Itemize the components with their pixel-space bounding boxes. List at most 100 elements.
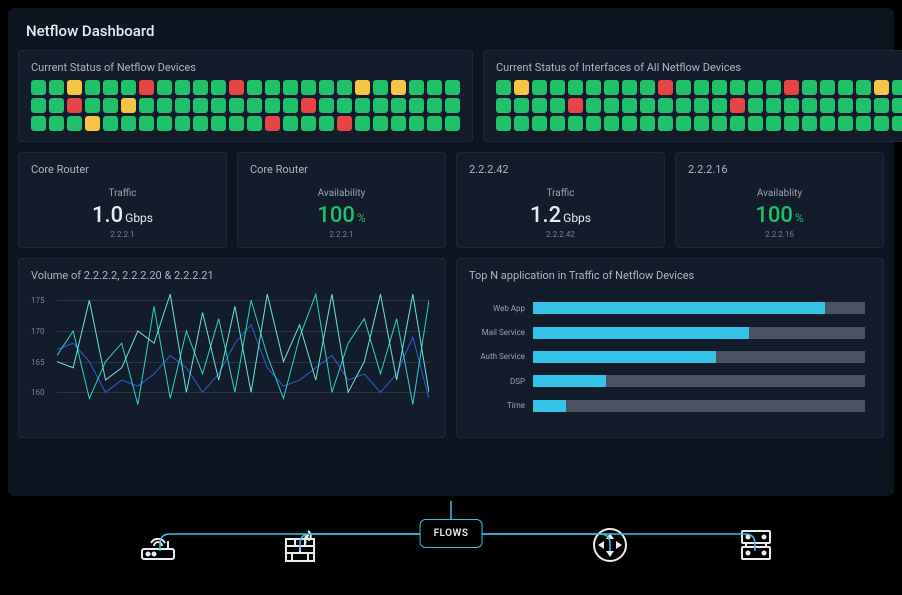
status-cell[interactable] (892, 80, 902, 95)
status-cell[interactable] (838, 98, 853, 113)
status-cell[interactable] (658, 80, 673, 95)
status-cell[interactable] (802, 98, 817, 113)
status-cell[interactable] (31, 116, 46, 131)
status-cell[interactable] (694, 116, 709, 131)
status-cell[interactable] (838, 80, 853, 95)
status-cell[interactable] (496, 80, 511, 95)
status-cell[interactable] (49, 80, 64, 95)
status-cell[interactable] (892, 98, 902, 113)
status-cell[interactable] (175, 116, 190, 131)
status-cell[interactable] (283, 98, 298, 113)
status-cell[interactable] (640, 98, 655, 113)
status-cell[interactable] (730, 98, 745, 113)
status-cell[interactable] (532, 116, 547, 131)
status-cell[interactable] (586, 98, 601, 113)
status-cell[interactable] (568, 98, 583, 113)
status-cell[interactable] (373, 98, 388, 113)
status-cell[interactable] (532, 98, 547, 113)
status-cell[interactable] (766, 98, 781, 113)
status-cell[interactable] (874, 116, 889, 131)
status-cell[interactable] (676, 80, 691, 95)
status-cell[interactable] (532, 80, 547, 95)
status-cell[interactable] (103, 98, 118, 113)
status-cell[interactable] (247, 116, 262, 131)
status-cell[interactable] (67, 98, 82, 113)
status-cell[interactable] (856, 98, 871, 113)
status-cell[interactable] (568, 80, 583, 95)
status-cell[interactable] (85, 98, 100, 113)
status-cell[interactable] (445, 116, 460, 131)
status-cell[interactable] (622, 80, 637, 95)
status-cell[interactable] (139, 98, 154, 113)
status-cell[interactable] (229, 116, 244, 131)
status-cell[interactable] (337, 116, 352, 131)
status-cell[interactable] (355, 80, 370, 95)
status-cell[interactable] (49, 98, 64, 113)
status-cell[interactable] (748, 98, 763, 113)
status-cell[interactable] (247, 98, 262, 113)
status-cell[interactable] (694, 98, 709, 113)
status-cell[interactable] (229, 80, 244, 95)
status-cell[interactable] (604, 98, 619, 113)
status-cell[interactable] (391, 116, 406, 131)
status-cell[interactable] (193, 80, 208, 95)
status-cell[interactable] (265, 80, 280, 95)
status-cell[interactable] (373, 80, 388, 95)
status-cell[interactable] (694, 80, 709, 95)
status-cell[interactable] (445, 98, 460, 113)
status-cell[interactable] (157, 80, 172, 95)
status-cell[interactable] (604, 116, 619, 131)
status-cell[interactable] (103, 80, 118, 95)
status-cell[interactable] (640, 80, 655, 95)
status-cell[interactable] (355, 116, 370, 131)
status-cell[interactable] (337, 98, 352, 113)
status-cell[interactable] (784, 116, 799, 131)
status-cell[interactable] (658, 116, 673, 131)
status-cell[interactable] (514, 116, 529, 131)
status-cell[interactable] (283, 116, 298, 131)
status-cell[interactable] (874, 80, 889, 95)
status-cell[interactable] (85, 80, 100, 95)
status-cell[interactable] (427, 116, 442, 131)
status-cell[interactable] (283, 80, 298, 95)
status-cell[interactable] (514, 80, 529, 95)
status-cell[interactable] (892, 116, 902, 131)
status-cell[interactable] (85, 116, 100, 131)
status-cell[interactable] (211, 116, 226, 131)
status-cell[interactable] (676, 116, 691, 131)
status-cell[interactable] (31, 80, 46, 95)
status-cell[interactable] (157, 116, 172, 131)
status-cell[interactable] (712, 98, 727, 113)
status-cell[interactable] (265, 98, 280, 113)
status-cell[interactable] (604, 80, 619, 95)
status-cell[interactable] (712, 116, 727, 131)
status-cell[interactable] (301, 98, 316, 113)
status-cell[interactable] (550, 80, 565, 95)
status-cell[interactable] (121, 98, 136, 113)
status-cell[interactable] (784, 98, 799, 113)
status-cell[interactable] (373, 116, 388, 131)
status-cell[interactable] (784, 80, 799, 95)
status-cell[interactable] (748, 116, 763, 131)
status-cell[interactable] (247, 80, 262, 95)
status-cell[interactable] (838, 116, 853, 131)
status-cell[interactable] (211, 98, 226, 113)
status-cell[interactable] (49, 116, 64, 131)
status-cell[interactable] (319, 116, 334, 131)
status-cell[interactable] (193, 98, 208, 113)
status-cell[interactable] (622, 98, 637, 113)
status-cell[interactable] (337, 80, 352, 95)
status-cell[interactable] (496, 98, 511, 113)
status-cell[interactable] (175, 98, 190, 113)
status-cell[interactable] (67, 116, 82, 131)
status-cell[interactable] (820, 116, 835, 131)
status-cell[interactable] (586, 80, 601, 95)
status-cell[interactable] (514, 98, 529, 113)
status-cell[interactable] (121, 80, 136, 95)
status-cell[interactable] (409, 80, 424, 95)
status-cell[interactable] (496, 116, 511, 131)
status-cell[interactable] (658, 98, 673, 113)
status-cell[interactable] (766, 80, 781, 95)
status-cell[interactable] (391, 80, 406, 95)
status-cell[interactable] (730, 80, 745, 95)
